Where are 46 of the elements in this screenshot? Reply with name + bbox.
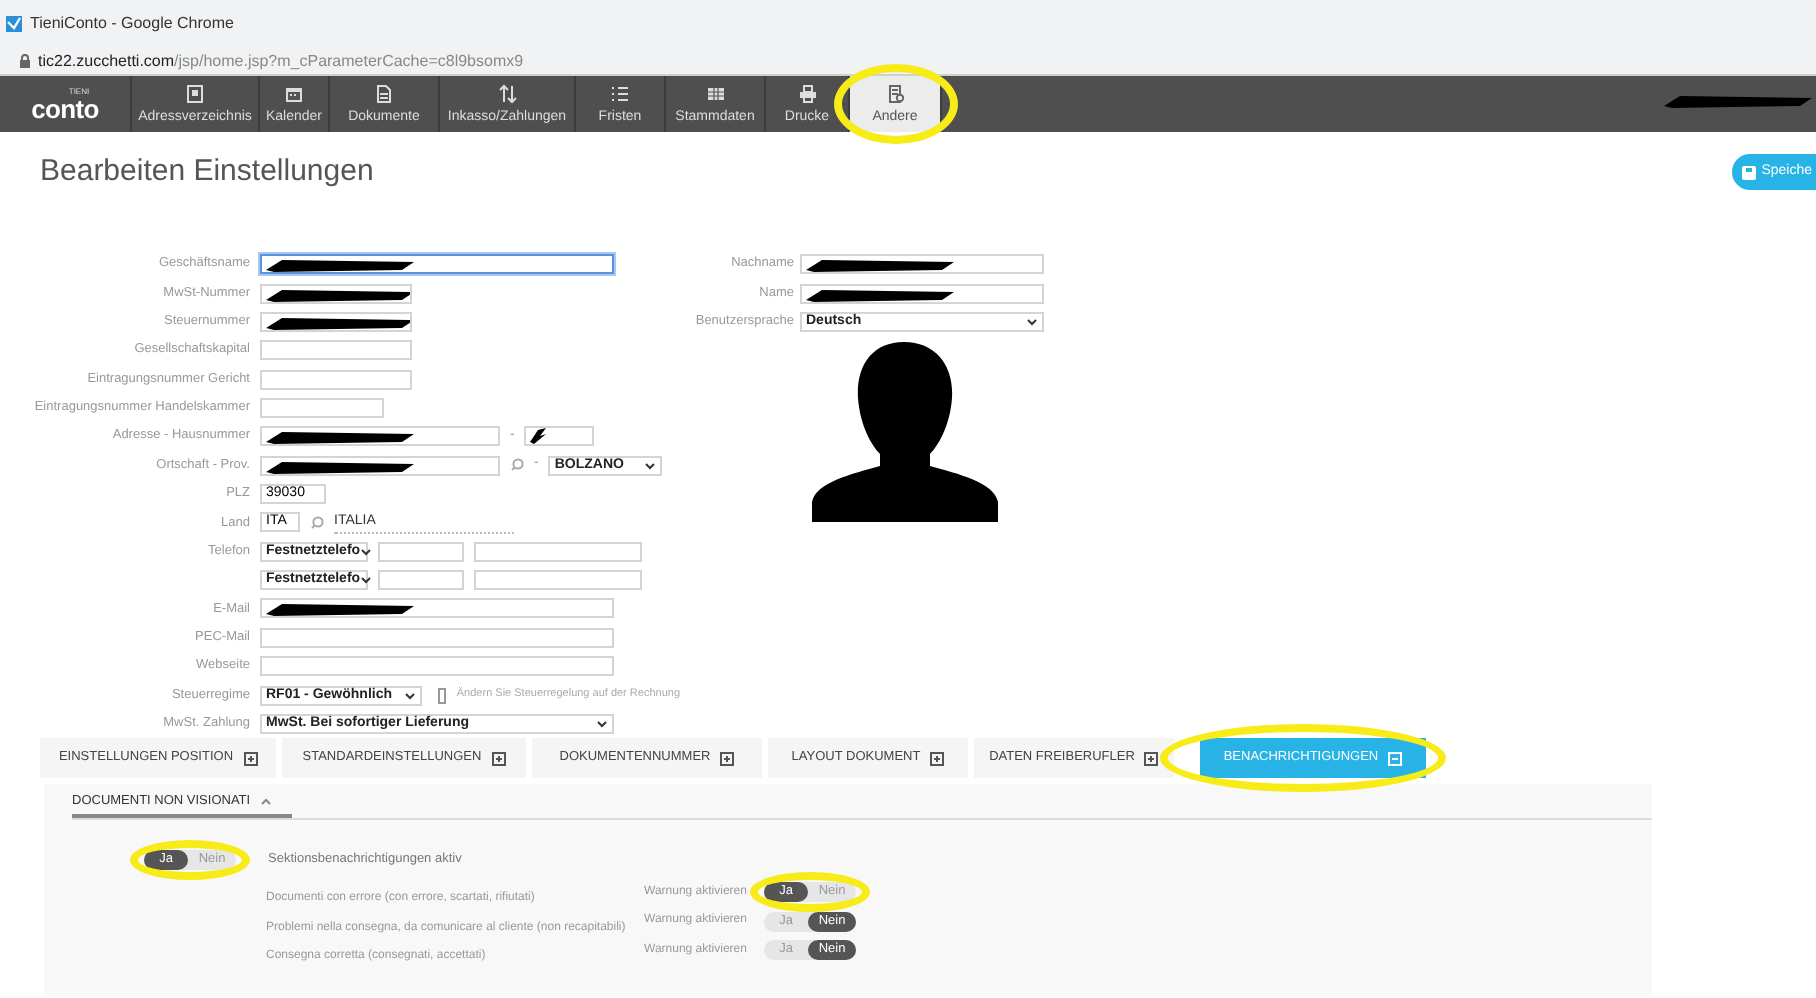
app-icon: [6, 16, 22, 32]
search-icon[interactable]: [310, 515, 324, 530]
phone-field[interactable]: [378, 541, 464, 562]
expand-icon: [243, 751, 258, 765]
up-down-arrows-icon: [497, 84, 517, 104]
expand-icon: [930, 751, 945, 765]
document-icon: [374, 84, 394, 104]
input-field[interactable]: [260, 254, 614, 275]
input-field[interactable]: [260, 369, 412, 390]
save-icon: [1741, 165, 1756, 179]
phone-field[interactable]: [378, 570, 464, 591]
document-gear-icon: [885, 84, 905, 104]
input-field[interactable]: [260, 656, 614, 677]
window-title: TieniConto - Google Chrome: [30, 12, 234, 36]
table-icon: [705, 84, 725, 104]
chevron-down-icon: [360, 576, 373, 585]
expand-icon: [1144, 751, 1159, 765]
input-field[interactable]: [800, 283, 1044, 304]
chevron-down-icon: [360, 547, 373, 556]
chevron-down-icon: [596, 719, 608, 728]
phone-field[interactable]: [474, 541, 642, 562]
expand-icon: [491, 751, 506, 765]
phone-field[interactable]: [474, 570, 642, 591]
house-number-field[interactable]: [524, 426, 595, 447]
input-field[interactable]: [260, 340, 412, 361]
input-field[interactable]: [260, 627, 614, 648]
contact-card-icon: [185, 84, 205, 104]
calendar-icon: [284, 84, 304, 104]
chevron-down-icon: [403, 691, 416, 700]
checkbox[interactable]: [437, 687, 447, 704]
chevron-down-icon: [1026, 317, 1038, 326]
search-icon[interactable]: [510, 458, 524, 473]
lock-icon: [20, 54, 30, 68]
chevron-down-icon: [644, 461, 657, 470]
printer-icon: [797, 84, 817, 104]
page-title: Bearbeiten Einstellungen: [40, 151, 374, 192]
input-field[interactable]: [260, 598, 614, 619]
list-icon: [610, 84, 630, 104]
input-field[interactable]: [260, 397, 384, 418]
input-field[interactable]: [800, 254, 1044, 275]
input-field[interactable]: [260, 426, 500, 447]
expand-icon: [720, 751, 735, 765]
collapse-icon: [1388, 751, 1403, 765]
input-field[interactable]: [260, 455, 500, 476]
chevron-up-icon: [260, 797, 273, 805]
logo[interactable]: conto: [31, 95, 99, 121]
